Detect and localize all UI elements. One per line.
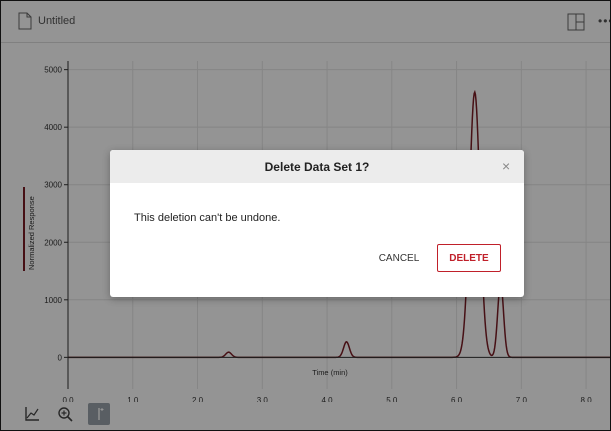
dialog-header: Delete Data Set 1? × xyxy=(110,150,524,183)
app-window: Untitled ••• 0.01.02.03.04.05.06.07.08.0… xyxy=(0,0,611,431)
dialog-message: This deletion can't be undone. xyxy=(134,212,281,224)
delete-button[interactable]: DELETE xyxy=(437,244,501,272)
delete-dialog: Delete Data Set 1? × This deletion can't… xyxy=(110,150,524,297)
dialog-title: Delete Data Set 1? xyxy=(264,160,370,174)
close-icon[interactable]: × xyxy=(502,158,510,174)
cancel-button[interactable]: CANCEL xyxy=(372,245,426,271)
